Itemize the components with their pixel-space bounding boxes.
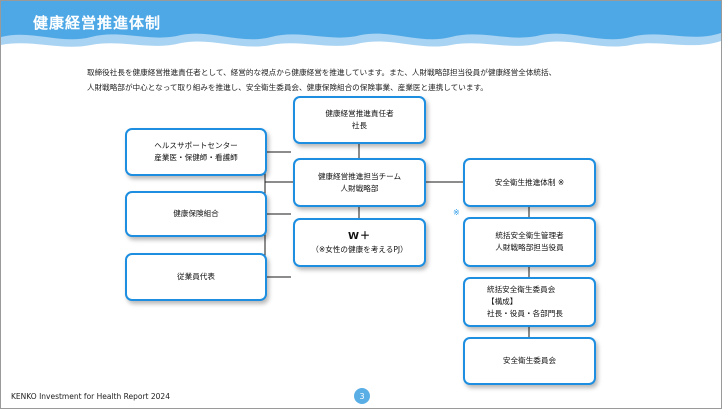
general-safety-manager-box: 統括安全衛生管理者 人財戦略部担当役員 — [463, 217, 596, 267]
health-support-center-staff: 産業医・保健師・看護師 — [154, 153, 238, 162]
safety-health-system-box: 安全衛生推進体制 ※ — [463, 158, 596, 207]
general-safety-manager-title: 統括安全衛生管理者 — [495, 231, 564, 240]
safety-health-system-label: 安全衛生推進体制 ※ — [494, 177, 565, 187]
safety-health-committee-box: 安全衛生委員会 — [463, 337, 596, 385]
general-safety-committee-title: 統括安全衛生委員会 — [487, 285, 556, 294]
w-plus-project-box: W＋ （※女性の健康を考えるPJ） — [293, 218, 426, 267]
general-safety-committee-members: 社長・役員・各部門長 — [487, 309, 563, 318]
footer-report-name: KENKO Investment for Health Report 2024 — [11, 392, 170, 401]
health-support-center-title: ヘルスサポートセンター — [154, 141, 238, 150]
general-safety-committee-composition-label: 【構成】 — [487, 297, 518, 306]
promotion-team-box: 健康経営推進担当チーム 人財戦略部 — [293, 158, 426, 207]
page: 健康経営推進体制 取締役社長を健康経営推進責任者として、経営的な視点から健康経営… — [0, 0, 722, 409]
promotion-team-title: 健康経営推進担当チーム — [317, 171, 402, 181]
health-management-leader-box: 健康経営推進責任者 社長 — [293, 96, 426, 144]
w-plus-subtitle: （※女性の健康を考えるPJ） — [311, 244, 408, 254]
safety-health-committee-label: 安全衛生委員会 — [502, 356, 557, 365]
health-insurance-union-label: 健康保険組合 — [173, 209, 219, 218]
health-support-center-box: ヘルスサポートセンター 産業医・保健師・看護師 — [125, 128, 267, 176]
health-management-leader-role: 社長 — [351, 121, 368, 130]
health-management-leader-title: 健康経営推進責任者 — [325, 109, 394, 118]
employee-representative-box: 従業員代表 — [125, 253, 267, 301]
employee-representative-label: 従業員代表 — [177, 272, 215, 281]
page-number-badge: 3 — [354, 388, 370, 404]
health-insurance-union-box: 健康保険組合 — [125, 191, 267, 237]
general-safety-committee-box: 統括安全衛生委員会 【構成】 社長・役員・各部門長 — [463, 277, 596, 327]
footnote-mark: ※ — [453, 208, 460, 217]
promotion-team-department: 人財戦略部 — [340, 183, 379, 193]
w-plus-title: W＋ — [347, 230, 372, 242]
general-safety-manager-role: 人財戦略部担当役員 — [495, 243, 564, 252]
